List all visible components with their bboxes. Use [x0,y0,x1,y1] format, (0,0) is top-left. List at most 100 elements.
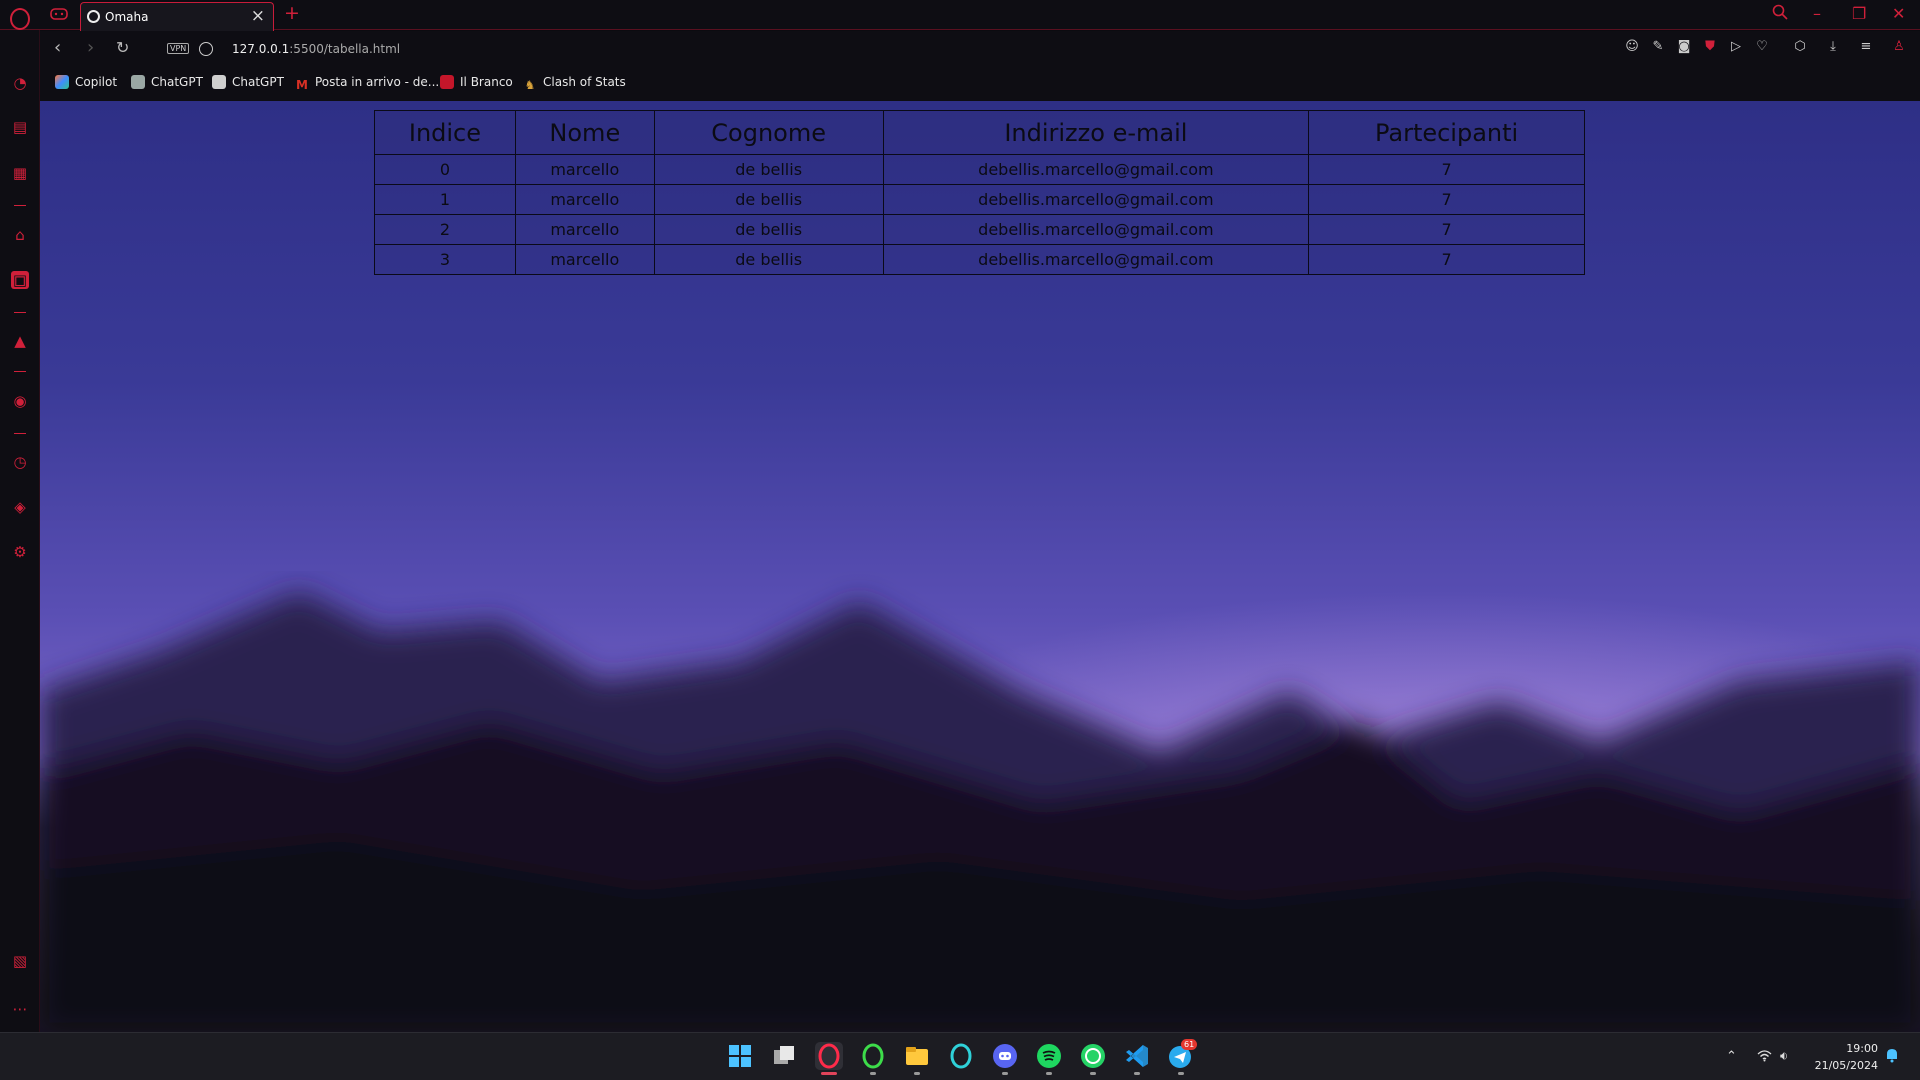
table-cell: 7 [1308,214,1585,245]
table-cell: debellis.marcello@gmail.com [882,214,1310,245]
address-bar: ‹ › ↻ VPN 127.0.0.1:5500/tabella.html ☺ … [40,31,1920,67]
bookmark-il-branco[interactable]: Il Branco [440,75,513,89]
column-header: Cognome [653,110,884,155]
vpn-badge[interactable]: VPN [167,43,190,54]
home-icon[interactable]: ⌂ [11,226,29,244]
table-cell: 0 [374,154,516,185]
settings-gear-icon[interactable]: ⚙ [11,543,29,561]
snapshot-icon[interactable]: ◙ [1677,40,1691,54]
tab-omaha[interactable]: Omaha × [80,2,274,31]
wallpaper-icon[interactable]: ▧ [11,952,29,970]
running-indicator [1046,1072,1052,1075]
table-row: 3 marcello de bellis debellis.marcello@g… [374,244,1585,275]
participants-table: Indice Nome Cognome Indirizzo e-mail Par… [374,110,1585,275]
emoji-icon[interactable]: ☺ [1625,40,1639,54]
gmail-icon: M [296,78,308,92]
table-cell: debellis.marcello@gmail.com [882,154,1310,185]
notification-bell-icon[interactable] [1885,1047,1899,1067]
show-hidden-icons-button[interactable]: ⌃ [1726,1049,1737,1064]
opera-menu-icon[interactable] [10,8,30,30]
gx-control-icon[interactable]: ▣ [11,271,29,289]
close-window-button[interactable]: ✕ [1892,4,1905,23]
easy-setup-icon[interactable]: ≡ [1859,40,1873,54]
table-cell: 7 [1308,244,1585,275]
bookmark-chatgpt[interactable]: ChatGPT [131,75,203,89]
extensions-cube-icon[interactable]: ◈ [11,498,29,516]
table-cell: 2 [374,214,516,245]
calculator-icon[interactable]: ▦ [11,164,29,182]
speed-dial-icon[interactable]: ◔ [11,74,29,92]
player-icon[interactable]: ◉ [11,392,29,410]
adblock-shield-icon[interactable]: ⛊ [1703,40,1717,54]
taskbar-spotify[interactable] [1035,1042,1063,1075]
table-cell: marcello [514,244,655,275]
running-indicator [1002,1072,1008,1075]
column-header: Partecipanti [1308,110,1585,155]
clash-icon: ♞ [524,78,536,92]
taskbar-opera-air[interactable] [859,1042,887,1075]
column-header: Indice [374,110,516,155]
windows-icon [729,1045,751,1067]
forward-button[interactable]: › [87,37,94,58]
column-header: Indirizzo e-mail [882,110,1310,155]
globe-icon [87,10,100,23]
search-tabs-icon[interactable] [1772,4,1788,24]
gamepad-icon[interactable] [50,7,68,21]
clock-date: 21/05/2024 [1814,1059,1878,1072]
url-field[interactable]: 127.0.0.1:5500/tabella.html [232,42,400,56]
reload-button[interactable]: ↻ [116,38,129,57]
taskbar-vscode[interactable] [1123,1042,1151,1075]
taskbar-discord[interactable] [991,1042,1019,1075]
table-cell: de bellis [653,244,884,275]
new-tab-button[interactable]: + [284,2,300,24]
blurred-mountains-background [40,591,1920,1032]
vscode-icon [1126,1045,1148,1067]
bookmark-chatgpt[interactable]: ChatGPT [212,75,284,89]
column-header: Nome [514,110,655,155]
page-content: Indice Nome Cognome Indirizzo e-mail Par… [40,101,1920,1032]
restore-button[interactable]: ❐ [1852,4,1866,23]
site-info-icon[interactable] [199,42,213,56]
clock[interactable]: 19:00 21/05/2024 [1808,1040,1878,1074]
bookmark-clash-of-stats[interactable]: ♞ Clash of Stats [523,75,626,92]
taskbar-file-explorer[interactable] [903,1042,931,1075]
table-cell: debellis.marcello@gmail.com [882,184,1310,215]
bookmark-copilot[interactable]: Copilot [55,75,117,89]
history-icon[interactable]: ◷ [11,453,29,471]
profile-icon[interactable]: ♙ [1892,40,1906,54]
table-cell: 7 [1308,184,1585,215]
taskbar-telegram[interactable]: 61 [1167,1039,1198,1075]
minimize-button[interactable]: – [1813,4,1821,23]
flow-icon[interactable]: ▲ [11,332,29,350]
shopping-bag-icon[interactable]: ▤ [11,118,29,136]
folder-icon [906,1047,928,1065]
table-cell: marcello [514,214,655,245]
sidebar: ◔ ▤ ▦ ⌂ ▣ ▲ ◉ ◷ ◈ ⚙ ▧ ⋯ [0,30,40,1032]
chatgpt-icon [212,75,226,89]
heart-icon[interactable]: ♡ [1755,40,1769,54]
running-indicator [1178,1072,1184,1075]
extensions-icon[interactable]: ⬡ [1793,40,1807,54]
back-button[interactable]: ‹ [54,37,61,58]
table-cell: de bellis [653,154,884,185]
taskbar-opera-gx[interactable] [815,1042,843,1075]
close-tab-icon[interactable]: × [251,6,265,26]
table-row: 0 marcello de bellis debellis.marcello@g… [374,154,1585,185]
url-host: 127.0.0.1 [232,42,290,56]
copilot-icon [55,75,69,89]
taskbar: 61 ⌃ 🔉︎ 19:00 21/05/2024 [0,1032,1920,1080]
edit-icon[interactable]: ✎ [1651,40,1665,54]
volume-icon[interactable]: 🔉︎ [1780,1049,1788,1064]
start-button[interactable] [726,1042,754,1070]
more-options-icon[interactable]: ⋯ [11,1000,29,1018]
notification-badge: 61 [1181,1039,1198,1050]
taskbar-whatsapp[interactable] [1079,1042,1107,1075]
task-view-button[interactable] [770,1042,798,1070]
table-cell: 7 [1308,154,1585,185]
bookmark-gmail[interactable]: M Posta in arrivo - de... [295,75,439,92]
taskbar-opera[interactable] [947,1042,975,1070]
send-icon[interactable]: ▷ [1729,40,1743,54]
download-icon[interactable]: ⤓ [1826,40,1840,54]
active-indicator [821,1072,837,1075]
wifi-icon[interactable] [1757,1049,1772,1066]
